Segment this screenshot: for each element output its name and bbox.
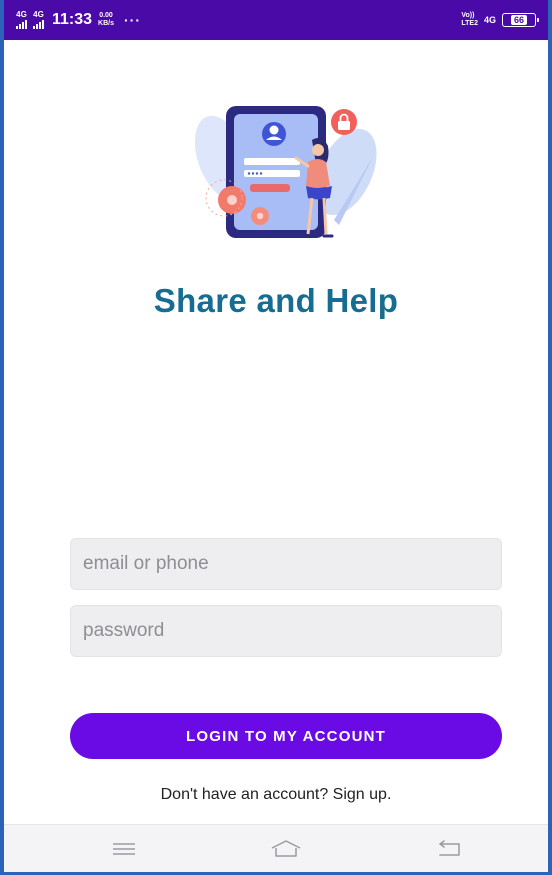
- login-illustration-icon: [194, 106, 377, 238]
- volte-bottom: LTE2: [461, 20, 478, 27]
- network-speed-unit: KB/s: [98, 20, 114, 27]
- network-type-1: 4G: [16, 10, 27, 19]
- volte-top: Vo)): [461, 12, 475, 19]
- network-type-2: 4G: [33, 10, 44, 19]
- battery-level: 66: [510, 15, 527, 25]
- network-type-right: 4G: [483, 15, 496, 25]
- signup-link[interactable]: Don't have an account? Sign up.: [4, 786, 548, 804]
- back-icon: [439, 840, 460, 856]
- password-input[interactable]: [70, 605, 502, 657]
- more-notifications-icon: ···: [124, 12, 141, 28]
- home-icon: [271, 840, 301, 857]
- back-button[interactable]: [419, 825, 479, 872]
- home-button[interactable]: [256, 825, 316, 872]
- email-input[interactable]: [70, 538, 502, 590]
- signal-strength-icon: 4G: [33, 11, 44, 29]
- network-speed: 0.00 KB/s: [98, 12, 114, 28]
- status-right-group: Vo)) LTE2 4G 66: [461, 12, 539, 28]
- login-button[interactable]: LOGIN TO MY ACCOUNT: [70, 713, 502, 759]
- signal-strength-icon: 4G: [16, 11, 27, 29]
- menu-lines-icon: [113, 843, 135, 855]
- phone-screen: 4G 4G 11:33 0.00 KB/s ··· Vo)) LTE2 4G 6…: [0, 0, 552, 875]
- battery-icon: 66: [502, 13, 539, 27]
- status-time: 11:33: [52, 11, 93, 28]
- network-speed-value: 0.00: [99, 12, 113, 19]
- status-bar: 4G 4G 11:33 0.00 KB/s ··· Vo)) LTE2 4G 6…: [4, 0, 548, 40]
- volte-icon: Vo)) LTE2: [461, 12, 478, 28]
- app-title: Share and Help: [153, 282, 399, 319]
- recent-apps-button[interactable]: [94, 825, 154, 872]
- navigation-bar: [4, 824, 548, 872]
